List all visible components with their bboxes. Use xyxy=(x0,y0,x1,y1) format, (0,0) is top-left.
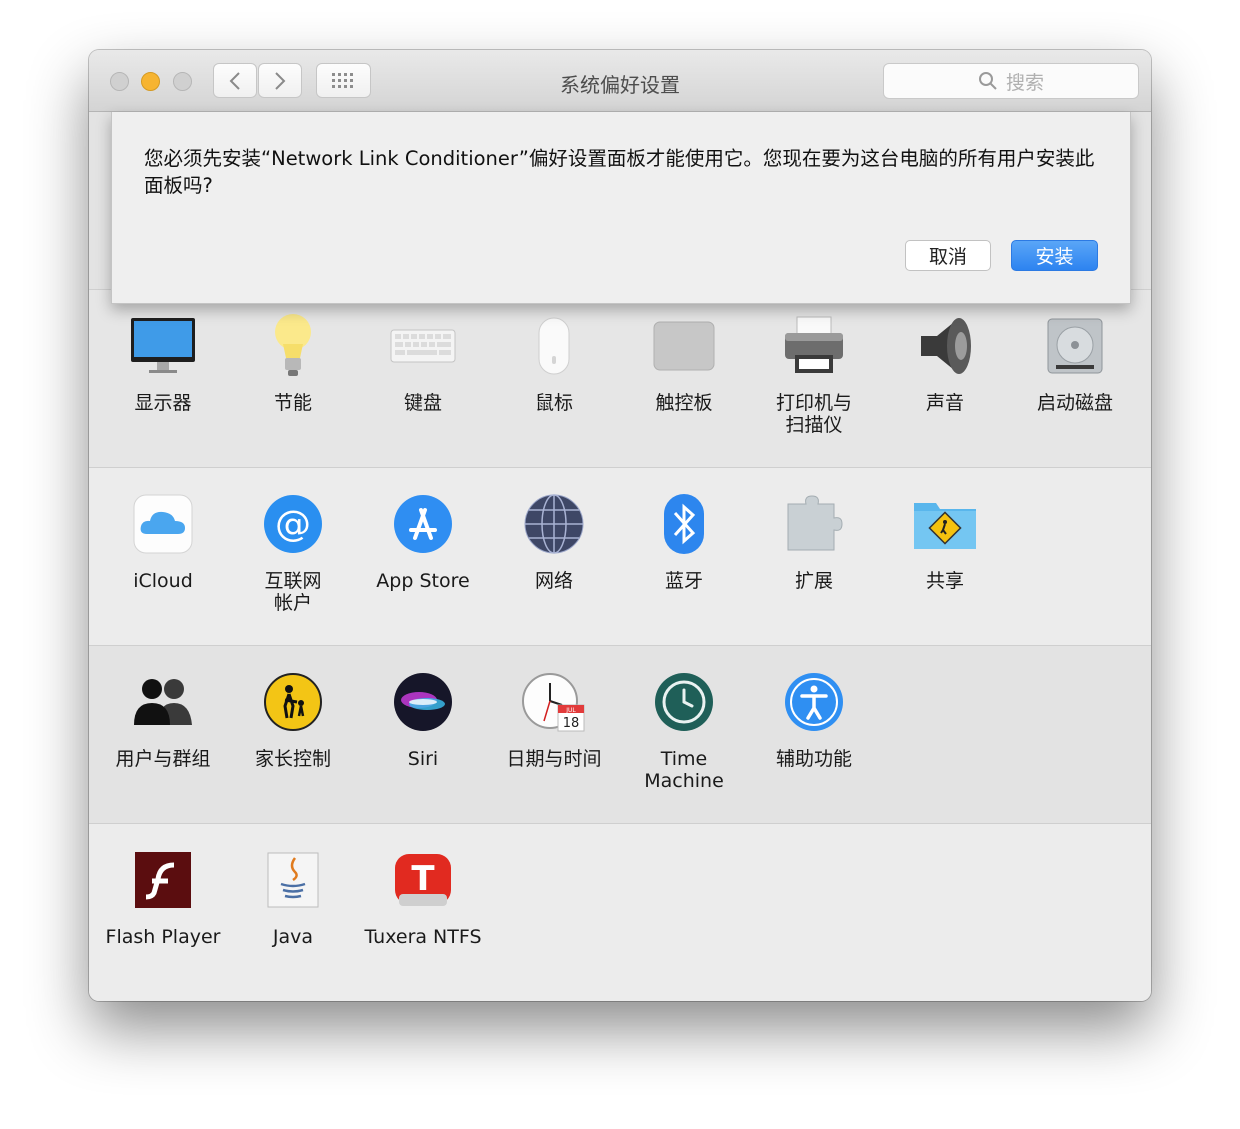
pane-label: 声音 xyxy=(925,392,964,414)
search-icon xyxy=(978,72,997,90)
pane-label: 家长控制 xyxy=(254,748,331,770)
speaker-icon xyxy=(909,310,981,382)
pane-label: 辅助功能 xyxy=(775,748,852,770)
lightbulb-icon xyxy=(257,310,329,382)
pane-accessibility[interactable]: 辅助功能 xyxy=(754,646,874,770)
install-button[interactable]: 安装 xyxy=(1011,240,1098,271)
pane-sharing[interactable]: 共享 xyxy=(885,468,1005,592)
panes-row-hardware: 显示器 节能 键盘 鼠标 触控板 打印机与 扫描仪 声音 启动磁盘 xyxy=(89,290,1151,468)
cancel-button[interactable]: 取消 xyxy=(905,240,991,271)
pane-date-time[interactable]: JUL 18 日期与时间 xyxy=(494,646,614,770)
pane-label: 蓝牙 xyxy=(664,570,703,592)
pane-label: iCloud xyxy=(133,570,193,592)
tuxera-letter: T xyxy=(411,859,435,899)
pane-trackpad[interactable]: 触控板 xyxy=(624,290,744,414)
pane-network[interactable]: 网络 xyxy=(494,468,614,592)
pane-keyboard[interactable]: 键盘 xyxy=(363,290,483,414)
calendar-day: 18 xyxy=(563,716,580,731)
pane-bluetooth[interactable]: 蓝牙 xyxy=(624,468,744,592)
pane-label: 节能 xyxy=(273,392,312,414)
alert-message: 您必须先安装“Network Link Conditioner”偏好设置面板才能… xyxy=(144,147,1095,197)
pane-label: 共享 xyxy=(925,570,964,592)
pane-label: 键盘 xyxy=(403,392,442,414)
users-icon xyxy=(127,666,199,738)
pane-label: Tuxera NTFS xyxy=(364,926,482,948)
at-sign-icon: @ xyxy=(257,488,329,560)
pane-java[interactable]: Java xyxy=(233,824,353,948)
pane-label: App Store xyxy=(376,570,470,592)
pane-label: 扩展 xyxy=(794,570,833,592)
printer-icon xyxy=(778,310,850,382)
tuxera-icon: T xyxy=(387,844,459,916)
shared-folder-icon xyxy=(909,488,981,560)
pane-label: 显示器 xyxy=(134,392,192,414)
siri-icon xyxy=(387,666,459,738)
svg-text:@: @ xyxy=(275,504,311,545)
pane-label: Siri xyxy=(407,748,439,770)
pane-flash-player[interactable]: Flash Player xyxy=(103,824,223,948)
time-machine-icon xyxy=(648,666,720,738)
search-field[interactable]: 搜索 xyxy=(883,63,1139,99)
panes-row-other: Flash Player Java T Tuxera NTFS xyxy=(89,824,1151,1001)
app-store-icon xyxy=(387,488,459,560)
panes-row-internet: iCloud @ 互联网 帐户 App Store 网络 蓝牙 扩展 共享 xyxy=(89,468,1151,646)
parental-controls-icon xyxy=(257,666,329,738)
pane-label: 启动磁盘 xyxy=(1036,392,1113,414)
globe-icon xyxy=(518,488,590,560)
system-preferences-window: 系统偏好设置 搜索 显示器 节能 键盘 鼠标 触控板 打印机与 扫描仪 声音 启… xyxy=(89,50,1151,1001)
pane-label: 互联网 帐户 xyxy=(264,570,322,614)
puzzle-icon xyxy=(778,488,850,560)
accessibility-icon xyxy=(778,666,850,738)
pane-app-store[interactable]: App Store xyxy=(363,468,483,592)
pane-internet-accounts[interactable]: @ 互联网 帐户 xyxy=(233,468,353,614)
pane-tuxera-ntfs[interactable]: T Tuxera NTFS xyxy=(363,824,483,948)
trackpad-icon xyxy=(648,310,720,382)
keyboard-icon xyxy=(387,310,459,382)
pane-label: 网络 xyxy=(534,570,573,592)
pane-time-machine[interactable]: Time Machine xyxy=(624,646,744,792)
install-alert-sheet: 您必须先安装“Network Link Conditioner”偏好设置面板才能… xyxy=(111,112,1131,304)
pane-label: Time Machine xyxy=(644,748,724,792)
flash-icon xyxy=(127,844,199,916)
pane-siri[interactable]: Siri xyxy=(363,646,483,770)
title-bar: 系统偏好设置 搜索 xyxy=(89,50,1151,112)
pane-label: Flash Player xyxy=(105,926,221,948)
pane-users-groups[interactable]: 用户与群组 xyxy=(103,646,223,770)
pane-extensions[interactable]: 扩展 xyxy=(754,468,874,592)
search-placeholder: 搜索 xyxy=(1005,71,1044,94)
pane-icloud[interactable]: iCloud xyxy=(103,468,223,592)
icloud-icon xyxy=(127,488,199,560)
clock-calendar-icon: JUL 18 xyxy=(518,666,590,738)
pane-label: Java xyxy=(272,926,314,948)
mouse-icon xyxy=(518,310,590,382)
pane-label: 日期与时间 xyxy=(506,748,602,770)
pane-label: 用户与群组 xyxy=(115,748,211,770)
pane-startup-disk[interactable]: 启动磁盘 xyxy=(1015,290,1135,414)
pane-label: 触控板 xyxy=(655,392,713,414)
java-icon xyxy=(257,844,329,916)
pane-printers-scanners[interactable]: 打印机与 扫描仪 xyxy=(754,290,874,436)
bluetooth-icon xyxy=(648,488,720,560)
pane-label: 鼠标 xyxy=(534,392,573,414)
hard-disk-icon xyxy=(1039,310,1111,382)
calendar-month: JUL xyxy=(565,707,576,714)
pane-parental-controls[interactable]: 家长控制 xyxy=(233,646,353,770)
pane-displays[interactable]: 显示器 xyxy=(103,290,223,414)
pane-energy-saver[interactable]: 节能 xyxy=(233,290,353,414)
panes-row-system: 用户与群组 家长控制 Siri JUL 18 日期与时间 Time Machin… xyxy=(89,646,1151,824)
pane-mouse[interactable]: 鼠标 xyxy=(494,290,614,414)
pane-label: 打印机与 扫描仪 xyxy=(775,392,852,436)
pane-sound[interactable]: 声音 xyxy=(885,290,1005,414)
display-icon xyxy=(127,310,199,382)
